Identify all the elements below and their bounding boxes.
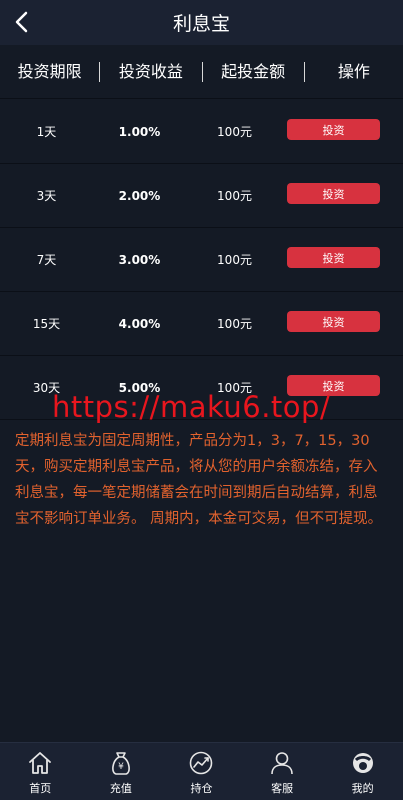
min-amount-cell: 100元 bbox=[217, 317, 252, 331]
invest-button[interactable]: 投资 bbox=[287, 247, 380, 268]
rate-cell: 4.00% bbox=[118, 316, 161, 331]
nav-item-mine[interactable]: 我的 bbox=[322, 743, 403, 800]
page-title: 利息宝 bbox=[172, 13, 230, 35]
profile-icon bbox=[349, 749, 377, 777]
column-header-min-amount: 起投金额 bbox=[221, 61, 286, 81]
nav-label: 我的 bbox=[351, 782, 374, 795]
column-header-rate: 投资收益 bbox=[118, 61, 183, 81]
table-row: 15天 4.00% 100元 投资 bbox=[0, 292, 403, 356]
rate-cell: 1.00% bbox=[118, 124, 161, 139]
min-amount-cell: 100元 bbox=[217, 189, 252, 203]
column-header-period: 投资期限 bbox=[17, 61, 82, 81]
min-amount-cell: 100元 bbox=[217, 125, 252, 139]
product-table: 1天 1.00% 100元 投资 3天 2.00% 100元 投资 7天 3.0… bbox=[0, 100, 403, 420]
column-header-action: 操作 bbox=[337, 61, 370, 81]
period-cell: 15天 bbox=[32, 317, 61, 331]
svg-text:¥: ¥ bbox=[118, 762, 124, 772]
invest-button[interactable]: 投资 bbox=[287, 311, 380, 332]
nav-label: 持仓 bbox=[190, 782, 213, 795]
nav-label: 首页 bbox=[29, 782, 52, 795]
user-icon bbox=[268, 749, 296, 777]
nav-item-service[interactable]: 客服 bbox=[242, 743, 323, 800]
period-cell: 3天 bbox=[36, 189, 57, 203]
invest-button[interactable]: 投资 bbox=[287, 183, 380, 204]
table-row: 3天 2.00% 100元 投资 bbox=[0, 164, 403, 228]
home-icon bbox=[26, 749, 54, 777]
min-amount-cell: 100元 bbox=[217, 253, 252, 267]
back-button[interactable] bbox=[8, 8, 36, 36]
period-cell: 1天 bbox=[36, 125, 57, 139]
chevron-left-icon bbox=[15, 11, 28, 33]
nav-item-recharge[interactable]: ¥ 充值 bbox=[81, 743, 162, 800]
chart-icon bbox=[187, 749, 215, 777]
nav-label: 客服 bbox=[271, 782, 294, 795]
rate-cell: 2.00% bbox=[118, 188, 161, 203]
bottom-nav: 首页 ¥ 充值 持仓 客服 我的 bbox=[0, 742, 403, 800]
product-notice: 定期利息宝为固定周期性，产品分为1，3，7，15，30天，购买定期利息宝产品，将… bbox=[15, 433, 383, 527]
invest-button[interactable]: 投资 bbox=[287, 119, 380, 140]
money-bag-icon: ¥ bbox=[107, 749, 135, 777]
table-row: 7天 3.00% 100元 投资 bbox=[0, 228, 403, 292]
nav-label: 充值 bbox=[109, 782, 132, 795]
rate-cell: 3.00% bbox=[118, 252, 161, 267]
nav-item-holdings[interactable]: 持仓 bbox=[161, 743, 242, 800]
top-bar: 利息宝 bbox=[0, 0, 403, 45]
nav-item-home[interactable]: 首页 bbox=[0, 743, 81, 800]
table-row: 1天 1.00% 100元 投资 bbox=[0, 100, 403, 164]
table-header: 投资期限 投资收益 起投金额 操作 bbox=[0, 45, 403, 99]
watermark-url: https://maku6.top/ bbox=[52, 390, 331, 424]
period-cell: 7天 bbox=[36, 253, 57, 267]
